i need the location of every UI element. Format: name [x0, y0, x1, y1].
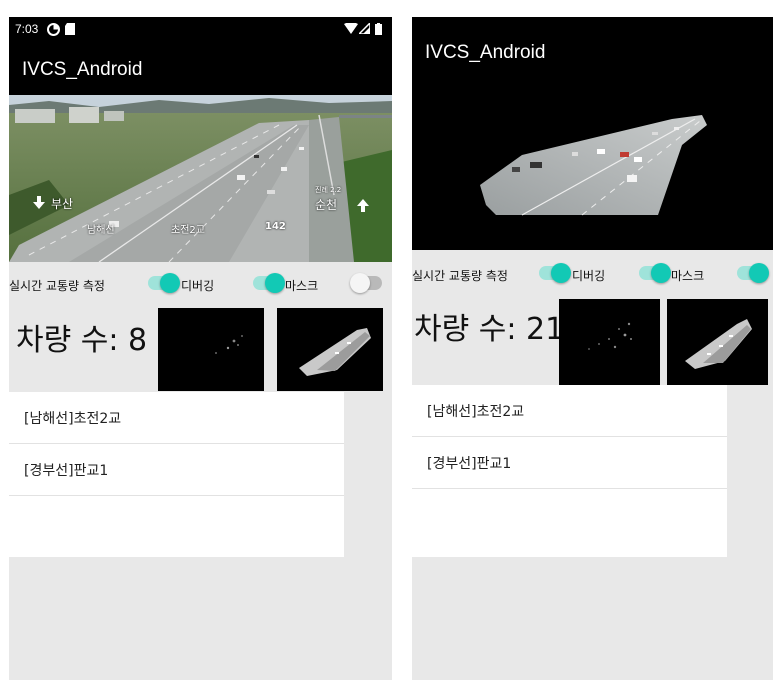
toggle-knob: [651, 263, 671, 283]
overlay-dist-right: 진례 2.2: [315, 186, 342, 194]
app-bar: IVCS_Android: [412, 17, 773, 250]
controls-row: 실시간 교통량 측정 디버깅 마스크: [412, 257, 773, 293]
measure-label: 실시간 교통량 측정: [412, 269, 508, 283]
debug-toggle[interactable]: [639, 263, 671, 283]
toggle-knob: [749, 263, 769, 283]
mask-thumbnail: [667, 299, 768, 385]
data-saver-icon: [47, 23, 60, 36]
debug-thumbnail: [559, 299, 660, 385]
list-item[interactable]: [경부선]판교1: [412, 437, 727, 489]
overlay-bridge: 초전2교: [171, 225, 205, 236]
overlay-dir-right: 순천: [315, 198, 338, 212]
app-bar: IVCS_Android: [9, 41, 392, 95]
measure-toggle[interactable]: [148, 273, 180, 293]
debug-label: 디버깅: [572, 269, 606, 283]
debug-thumbnail: [158, 308, 264, 391]
mask-label: 마스크: [285, 279, 319, 293]
vehicle-count: 차량 수: 21: [414, 312, 565, 347]
debug-label: 디버깅: [181, 279, 215, 293]
list-item[interactable]: [경부선]판교1: [9, 444, 344, 496]
mask-toggle[interactable]: [737, 263, 769, 283]
camera-list: [남해선]초전2교 [경부선]판교1: [412, 385, 727, 557]
overlay-dir-left: 부산: [51, 197, 74, 211]
left-screen: 7:03 IVCS_Android 부산 진례 2.2 순천 남해선 초전2교 …: [9, 17, 392, 680]
app-title: IVCS_Android: [425, 42, 546, 63]
mask-toggle[interactable]: [350, 273, 382, 293]
mask-label: 마스크: [671, 269, 705, 283]
signal-icon: [359, 23, 370, 34]
mask-thumbnail: [277, 308, 383, 391]
list-item[interactable]: [남해선]초전2교: [9, 392, 344, 444]
status-time: 7:03: [15, 22, 39, 36]
status-bar: 7:03: [9, 17, 392, 41]
toggle-knob: [265, 273, 285, 293]
measure-label: 실시간 교통량 측정: [9, 279, 105, 293]
camera-list: [남해선]초전2교 [경부선]판교1: [9, 392, 344, 557]
app-title: IVCS_Android: [22, 59, 143, 80]
masked-camera-feed: [480, 115, 707, 216]
toggle-knob: [551, 263, 571, 283]
toggle-knob: [350, 273, 370, 293]
wifi-icon: [344, 23, 358, 34]
camera-feed: 부산 진례 2.2 순천 남해선 초전2교 142: [9, 95, 392, 262]
measure-toggle[interactable]: [539, 263, 571, 283]
right-screen: IVCS_Android 실시간 교통량 측정 디버깅 마스크 차량 수: 21…: [412, 17, 773, 680]
toggle-knob: [160, 273, 180, 293]
list-item[interactable]: [남해선]초전2교: [412, 385, 727, 437]
debug-toggle[interactable]: [253, 273, 285, 293]
overlay-number: 142: [265, 221, 286, 232]
sd-card-icon: [65, 23, 75, 35]
battery-icon: [375, 23, 382, 35]
vehicle-count: 차량 수: 8: [16, 323, 148, 358]
overlay-location: 남해선: [87, 225, 115, 236]
controls-row: 실시간 교통량 측정 디버깅 마스크: [9, 267, 392, 303]
